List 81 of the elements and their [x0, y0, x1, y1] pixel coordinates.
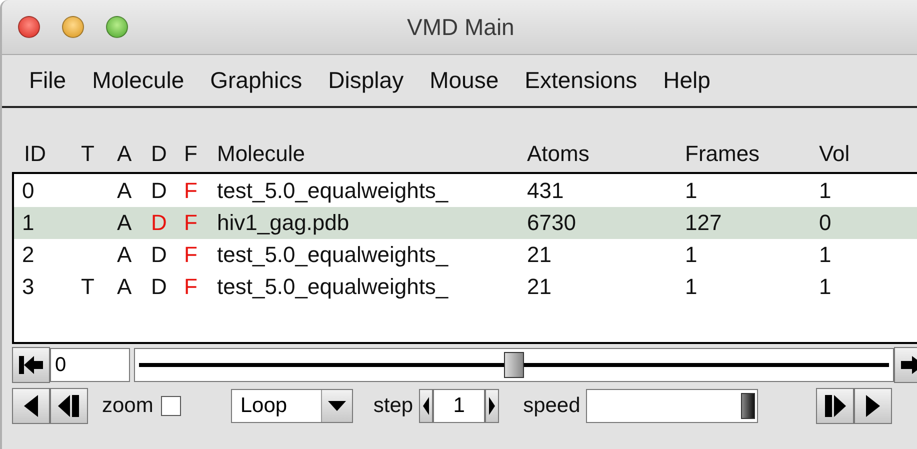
- table-cell-text: 431: [527, 178, 565, 204]
- table-cell[interactable]: D: [151, 242, 184, 268]
- triangle-right-icon: [488, 396, 496, 416]
- speed-slider[interactable]: [586, 389, 758, 423]
- table-cell[interactable]: A: [117, 210, 151, 236]
- triangle-left-icon: [422, 396, 430, 416]
- first-frame-button[interactable]: [12, 347, 50, 383]
- menu-item[interactable]: Mouse: [416, 67, 512, 94]
- table-cell-text: 21: [527, 274, 552, 300]
- triangle-right-icon: [864, 394, 882, 418]
- table-cell-text: test_5.0_equalweights_: [217, 178, 450, 204]
- caret-icon: [327, 400, 348, 412]
- loop-dropdown[interactable]: Loop: [231, 389, 354, 423]
- table-cell-text: test_5.0_equalweights_: [217, 242, 450, 268]
- column-header: Frames: [685, 141, 761, 167]
- table-cell-text: 6730: [527, 210, 577, 236]
- minimize-button[interactable]: [62, 16, 84, 38]
- menu-item[interactable]: Molecule: [79, 67, 198, 94]
- column-header: A: [117, 141, 133, 167]
- close-button[interactable]: [18, 16, 40, 38]
- table-cell-text: 127: [685, 210, 723, 236]
- table-cell-text: 1: [685, 178, 698, 204]
- table-cell[interactable]: D: [151, 274, 184, 300]
- table-cell-text: test_5.0_equalweights_: [217, 274, 450, 300]
- speed-label: speed: [523, 394, 580, 418]
- table-cell[interactable]: A: [117, 178, 151, 204]
- table-cell[interactable]: F: [184, 242, 217, 268]
- zoom-button[interactable]: [106, 16, 128, 38]
- frame-field[interactable]: 0: [50, 348, 130, 382]
- menu-item[interactable]: Graphics: [197, 67, 316, 94]
- step-field[interactable]: 1: [433, 389, 486, 423]
- frame-slider[interactable]: [134, 348, 894, 382]
- column-header: D: [151, 141, 168, 167]
- table-cell-text: 1: [22, 210, 36, 236]
- zoom-checkbox[interactable]: [161, 396, 182, 416]
- triangle-left-icon: [22, 394, 40, 418]
- table-cell-text: 2: [22, 242, 36, 268]
- window-title: VMD Main: [407, 14, 514, 41]
- table-cell[interactable]: A: [117, 242, 151, 268]
- column-header: Molecule: [217, 141, 306, 167]
- molecule-row[interactable]: 2 A D F test_5.0_equalweights_ 21 1 1: [14, 239, 917, 271]
- table-cell[interactable]: D: [151, 178, 184, 204]
- table-cell[interactable]: F: [184, 274, 217, 300]
- table-cell-text: 0: [22, 178, 36, 204]
- menu-item[interactable]: Help: [650, 67, 724, 94]
- table-cell-text: 1: [685, 242, 698, 268]
- column-header: F: [184, 141, 198, 167]
- molecule-row[interactable]: 3 T A D F test_5.0_equalweights_ 21 1 1: [14, 271, 917, 303]
- table-cell: T: [81, 274, 94, 299]
- column-header: T: [81, 141, 96, 167]
- slider-thumb[interactable]: [504, 352, 524, 378]
- zoom-label: zoom: [102, 394, 154, 418]
- step-back-icon: [56, 394, 82, 418]
- molecule-row[interactable]: 0 A D F test_5.0_equalweights_ 431 1 1: [14, 175, 917, 207]
- step-forward-button[interactable]: [816, 388, 854, 424]
- step-label: step: [373, 394, 414, 418]
- step-forward-icon: [822, 394, 848, 418]
- step-back-button[interactable]: [50, 388, 88, 424]
- table-cell-text: 1: [819, 274, 832, 300]
- play-button[interactable]: [854, 388, 892, 424]
- molecule-row[interactable]: 1 A D F hiv1_gag.pdb 6730 127 0: [14, 207, 917, 239]
- table-cell-text: hiv1_gag.pdb: [217, 210, 350, 236]
- step-increase-button[interactable]: [485, 389, 500, 423]
- column-header: Vol: [819, 141, 851, 167]
- table-cell-text: 21: [527, 242, 552, 268]
- table-cell-text: 3: [22, 274, 36, 300]
- menu-item[interactable]: Extensions: [512, 67, 650, 94]
- column-header: Atoms: [527, 141, 590, 167]
- table-cell[interactable]: A: [117, 274, 151, 300]
- table-cell[interactable]: F: [184, 178, 217, 204]
- menu-item[interactable]: Display: [315, 67, 417, 94]
- table-cell-text: 1: [685, 274, 698, 300]
- slider-thumb[interactable]: [741, 393, 756, 419]
- table-cell-text: 1: [819, 178, 832, 204]
- skip-start-icon: [18, 354, 44, 376]
- table-cell-text: 1: [819, 242, 832, 268]
- column-header: ID: [24, 141, 47, 167]
- play-reverse-button[interactable]: [12, 388, 50, 424]
- step-decrease-button[interactable]: [419, 389, 434, 423]
- menu-item[interactable]: File: [16, 67, 80, 94]
- table-cell-text: 0: [819, 210, 832, 236]
